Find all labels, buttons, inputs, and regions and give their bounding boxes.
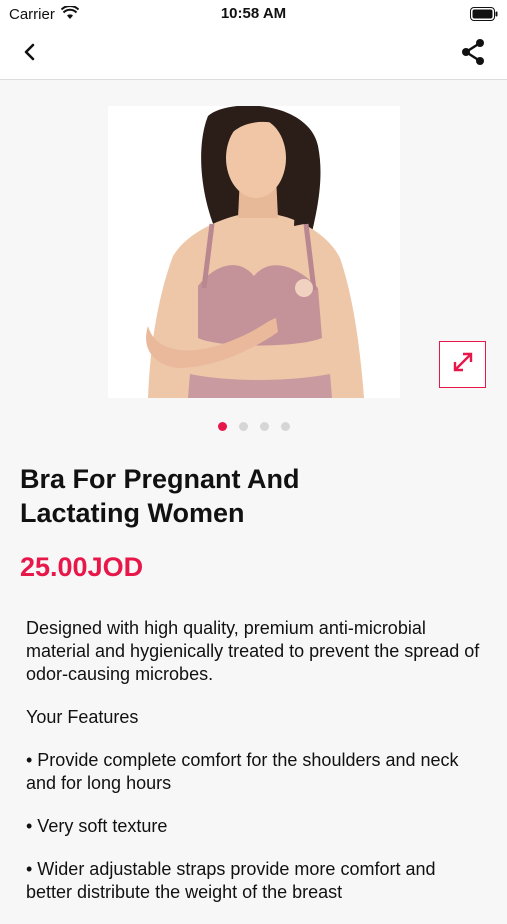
pager-dot[interactable] — [280, 422, 290, 431]
feature-item: • Provide complete comfort for the shoul… — [26, 750, 459, 793]
feature-item: • Very soft texture — [26, 816, 168, 836]
status-bar: Carrier 10:58 AM — [0, 0, 507, 28]
product-title: Bra For Pregnant And Lactating Women — [20, 464, 300, 528]
share-button[interactable] — [457, 38, 489, 70]
pager-dot[interactable] — [259, 422, 269, 431]
features-heading: Your Features — [26, 707, 139, 727]
expand-image-button[interactable] — [439, 341, 486, 388]
back-button[interactable] — [16, 40, 44, 68]
share-icon — [460, 38, 486, 71]
image-pager — [0, 418, 507, 431]
product-price: 25.00JOD — [20, 552, 144, 582]
product-description: Designed with high quality, premium anti… — [26, 617, 486, 924]
expand-icon — [451, 350, 475, 379]
battery-icon — [470, 7, 498, 26]
navigation-bar — [0, 28, 507, 80]
clock: 10:58 AM — [220, 5, 287, 22]
pager-dot[interactable] — [238, 422, 248, 431]
description-paragraph: Designed with high quality, premium anti… — [26, 618, 480, 684]
product-image[interactable] — [108, 106, 400, 398]
feature-item: • Wider adjustable straps provide more c… — [26, 859, 436, 902]
pager-dot[interactable] — [217, 422, 227, 431]
chevron-left-icon — [23, 43, 37, 66]
